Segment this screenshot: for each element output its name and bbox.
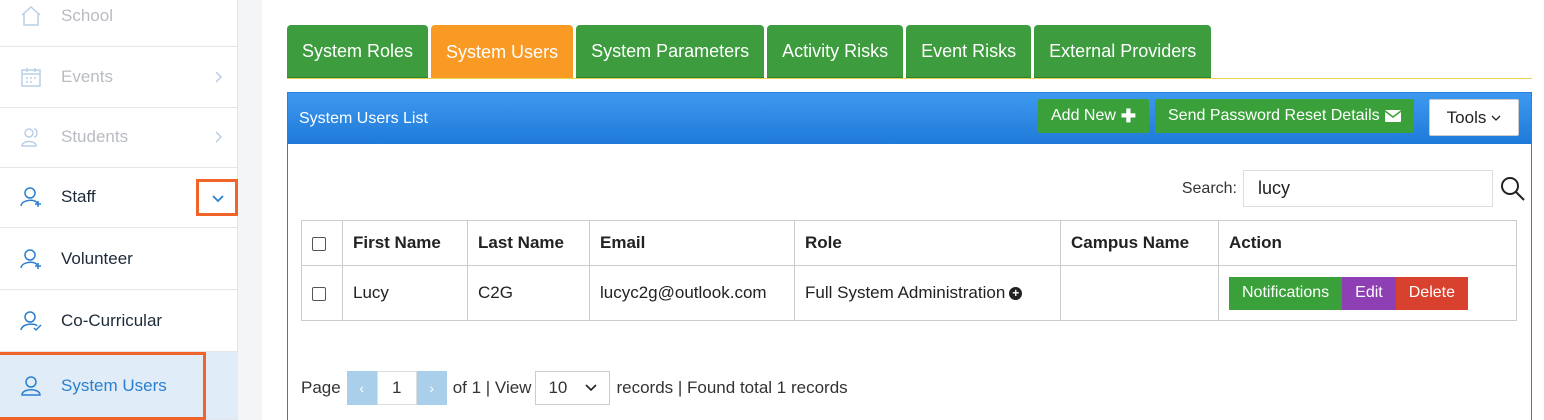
tab-system-users[interactable]: System Users <box>431 25 574 79</box>
chevron-down-icon <box>585 384 598 392</box>
calendar-icon <box>18 64 44 90</box>
col-campus-name[interactable]: Campus Name <box>1060 220 1219 266</box>
users-table: First Name Last Name Email Role Campus N… <box>301 220 1517 321</box>
cell-role: Full System Administration + <box>794 265 1061 321</box>
staff-expand-toggle[interactable] <box>196 179 238 216</box>
system-users-panel: System Users List Add New ✚ Send Passwor… <box>287 92 1532 420</box>
cell-campus-name <box>1060 265 1219 321</box>
system-users-highlight <box>0 352 206 420</box>
tab-event-risks[interactable]: Event Risks <box>906 25 1032 79</box>
row-checkbox[interactable] <box>312 286 326 301</box>
table-header-row: First Name Last Name Email Role Campus N… <box>301 220 1517 266</box>
user-add-icon <box>18 246 44 272</box>
col-first-name[interactable]: First Name <box>342 220 468 266</box>
panel-title: System Users List <box>299 109 428 127</box>
user-add-icon <box>18 184 44 210</box>
chevron-down-icon <box>1491 115 1501 121</box>
sidebar-item-label: Events <box>61 67 113 86</box>
sidebar-item-students[interactable]: Students <box>0 107 238 168</box>
sidebar-item-school[interactable]: School <box>0 0 238 47</box>
sidebar-item-volunteer[interactable]: Volunteer <box>0 229 238 290</box>
sidebar-item-label: Students <box>61 127 129 146</box>
page-of-text: of 1 | View <box>452 378 532 397</box>
sidebar-item-events[interactable]: Events <box>0 47 238 108</box>
chevron-down-icon <box>212 195 224 203</box>
cell-actions: Notifications Edit Delete <box>1218 265 1517 321</box>
search-label: Search: <box>1181 179 1237 197</box>
prev-page-button[interactable]: ‹ <box>346 371 377 405</box>
row-select-cell <box>301 265 343 321</box>
delete-button[interactable]: Delete <box>1395 276 1468 310</box>
tabs-divider <box>287 78 1532 79</box>
next-page-button[interactable]: › <box>416 371 447 405</box>
sidebar: School Events Students Staff Volunteer C… <box>0 0 238 420</box>
per-page-select[interactable]: 10 <box>535 371 611 405</box>
users-icon <box>18 124 44 150</box>
envelope-icon <box>1384 110 1401 122</box>
cell-first-name: Lucy <box>342 265 468 321</box>
send-reset-label: Send Password Reset Details <box>1168 107 1380 124</box>
sidebar-item-co-curricular[interactable]: Co-Curricular <box>0 291 238 352</box>
table-row: Lucy C2G lucyc2g@outlook.com Full System… <box>301 265 1517 321</box>
send-password-reset-button[interactable]: Send Password Reset Details <box>1155 99 1414 133</box>
search-icon[interactable] <box>1499 175 1527 203</box>
plus-circle-icon[interactable]: + <box>1009 287 1023 301</box>
cell-last-name: C2G <box>467 265 590 321</box>
col-email[interactable]: Email <box>589 220 795 266</box>
add-new-button[interactable]: Add New ✚ <box>1038 99 1150 133</box>
page-label: Page <box>301 378 341 397</box>
home-icon <box>18 3 44 29</box>
user-check-icon <box>18 308 44 334</box>
per-page-value: 10 <box>548 378 568 397</box>
main-content: System Roles System Users System Paramet… <box>262 0 1544 420</box>
sidebar-item-label: Staff <box>61 187 96 206</box>
pagination: Page ‹ 1 › of 1 | View 10 records | Foun… <box>301 371 848 405</box>
tab-bar: System Roles System Users System Paramet… <box>287 25 1212 79</box>
select-all-checkbox[interactable] <box>312 236 326 251</box>
panel-header: System Users List Add New ✚ Send Passwor… <box>288 93 1531 144</box>
chevron-right-icon <box>215 71 223 83</box>
tab-external-providers[interactable]: External Providers <box>1034 25 1212 79</box>
search-row: Search: <box>1182 170 1531 207</box>
tab-system-parameters[interactable]: System Parameters <box>576 25 765 79</box>
search-input[interactable] <box>1243 170 1493 207</box>
tools-label: Tools <box>1446 107 1487 127</box>
role-text: Full System Administration <box>805 283 1006 302</box>
tab-activity-risks[interactable]: Activity Risks <box>767 25 904 79</box>
chevron-right-icon <box>215 131 223 143</box>
col-role[interactable]: Role <box>794 220 1061 266</box>
tab-system-roles[interactable]: System Roles <box>287 25 429 79</box>
sidebar-item-label: Volunteer <box>61 249 133 268</box>
page-number-input[interactable]: 1 <box>376 371 417 405</box>
tools-dropdown[interactable]: Tools <box>1429 99 1519 136</box>
plus-icon: ✚ <box>1120 105 1137 126</box>
col-action: Action <box>1218 220 1517 266</box>
sidebar-item-label: School <box>61 6 113 25</box>
sidebar-item-label: Co-Curricular <box>61 311 163 330</box>
records-text: records | Found total 1 records <box>616 378 848 397</box>
notifications-button[interactable]: Notifications <box>1229 276 1343 310</box>
cell-email: lucyc2g@outlook.com <box>589 265 795 321</box>
edit-button[interactable]: Edit <box>1342 276 1396 310</box>
select-all-cell <box>301 220 343 266</box>
add-new-label: Add New <box>1051 107 1116 124</box>
col-last-name[interactable]: Last Name <box>467 220 590 266</box>
